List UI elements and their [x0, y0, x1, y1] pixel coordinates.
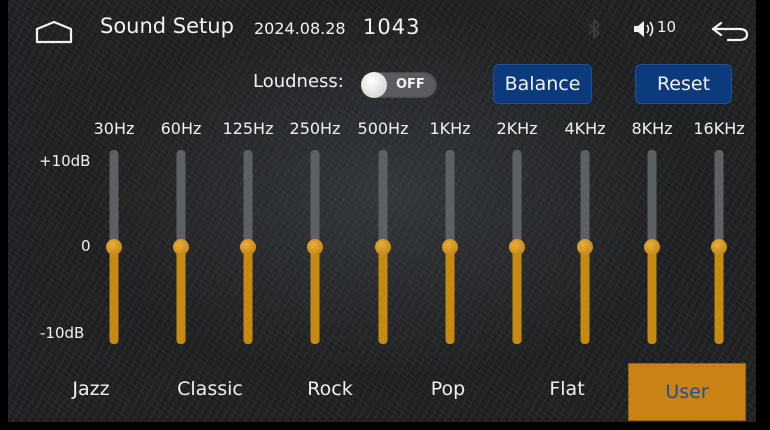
band-label: 1KHz [429, 119, 471, 138]
loudness-label: Loudness: [253, 71, 344, 92]
eq-slider-fill [176, 247, 186, 344]
eq-slider-knob[interactable] [711, 239, 727, 255]
home-icon[interactable] [34, 20, 74, 44]
db-label-top: +10dB [39, 152, 91, 170]
db-label-bottom: -10dB [40, 324, 85, 342]
loudness-state: OFF [396, 77, 425, 92]
band-label: 250Hz [289, 119, 341, 138]
band-label: 2KHz [496, 119, 538, 138]
eq-slider-knob[interactable] [509, 239, 525, 255]
band-label: 500Hz [357, 119, 409, 138]
eq-slider-knob[interactable] [375, 239, 391, 255]
preset-user[interactable]: User [628, 363, 746, 421]
eq-slider-knob[interactable] [106, 239, 122, 255]
reset-button[interactable]: Reset [635, 64, 732, 104]
balance-button[interactable]: Balance [493, 64, 592, 104]
eq-slider-fill [580, 247, 590, 344]
volume-level: 10 [657, 18, 677, 36]
frame-left [0, 0, 8, 430]
eq-slider-knob[interactable] [644, 239, 660, 255]
band-label: 30Hz [93, 119, 135, 138]
preset-pop[interactable]: Pop [431, 378, 465, 400]
eq-slider-knob[interactable] [307, 239, 323, 255]
eq-slider-fill [310, 247, 320, 344]
volume-icon[interactable] [633, 18, 657, 40]
eq-slider-fill [714, 247, 724, 344]
bluetooth-icon [588, 19, 600, 39]
page-title: Sound Setup [100, 14, 234, 38]
eq-slider-fill [378, 247, 388, 344]
time-display: 1043 [363, 15, 421, 39]
eq-slider-knob[interactable] [442, 239, 458, 255]
eq-slider-fill [512, 247, 522, 344]
eq-slider-fill [647, 247, 657, 344]
back-icon[interactable] [710, 20, 750, 42]
frame-right [756, 0, 770, 430]
toggle-knob [361, 72, 387, 98]
eq-slider-fill [445, 247, 455, 344]
preset-rock[interactable]: Rock [307, 378, 352, 400]
preset-classic[interactable]: Classic [177, 378, 243, 400]
loudness-toggle[interactable]: OFF [361, 72, 437, 98]
band-label: 8KHz [631, 119, 673, 138]
date-display: 2024.08.28 [254, 19, 346, 38]
eq-slider-fill [109, 247, 119, 344]
preset-jazz[interactable]: Jazz [72, 378, 109, 400]
eq-slider-knob[interactable] [577, 239, 593, 255]
preset-flat[interactable]: Flat [549, 378, 584, 400]
status-bar: Sound Setup 2024.08.28 1043 10 [8, 0, 756, 56]
eq-slider-fill [243, 247, 253, 344]
db-label-mid: 0 [81, 237, 91, 255]
band-label: 60Hz [160, 119, 202, 138]
sound-setup-screen: Sound Setup 2024.08.28 1043 10 Loudness:… [0, 0, 770, 430]
band-label: 4KHz [564, 119, 606, 138]
frame-bottom [0, 422, 770, 430]
band-label: 16KHz [693, 119, 745, 138]
band-label: 125Hz [222, 119, 274, 138]
eq-slider-knob[interactable] [173, 239, 189, 255]
eq-slider-knob[interactable] [240, 239, 256, 255]
